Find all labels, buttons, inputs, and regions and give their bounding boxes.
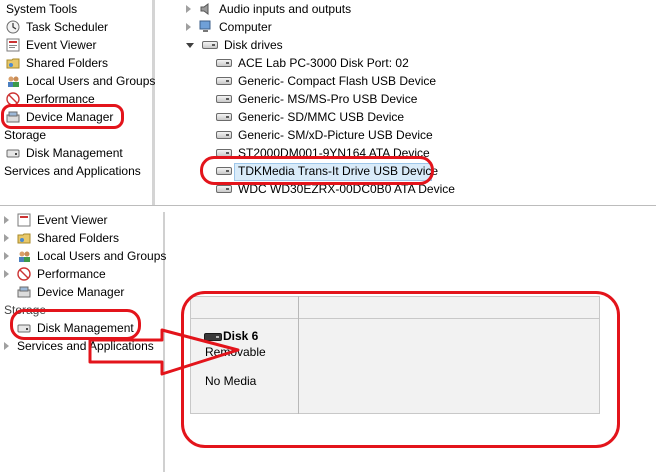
disk-drive-icon	[216, 131, 232, 139]
event-viewer-icon	[6, 38, 20, 52]
expand-arrow-icon[interactable]	[4, 270, 9, 278]
tree-item-local-users[interactable]: Local Users and Groups	[4, 247, 166, 265]
expand-arrow-icon[interactable]	[186, 23, 191, 31]
disk-drive-icon	[216, 113, 232, 121]
tree-item-label: System Tools	[6, 2, 78, 16]
tree-item-disk-drives[interactable]: Disk drives	[186, 36, 283, 54]
disk-drive-icon	[216, 185, 232, 193]
tree-item-label: Event Viewer	[26, 38, 97, 52]
tree-item-label: Computer	[219, 20, 272, 34]
tree-item-audio-inputs[interactable]: Audio inputs and outputs	[186, 0, 351, 18]
tree-item-label: Local Users and Groups	[26, 74, 156, 88]
disk-management-icon	[6, 146, 20, 160]
tree-item-label: Shared Folders	[26, 56, 109, 70]
tree-item-device-manager[interactable]: Device Manager	[17, 283, 124, 301]
disk-drive-item[interactable]: Generic- SD/MMC USB Device	[216, 108, 404, 126]
tree-item-shared-folders[interactable]: Shared Folders	[4, 229, 119, 247]
disk-drive-label: Generic- SM/xD-Picture USB Device	[238, 128, 433, 142]
tree-item-computer[interactable]: Computer	[186, 18, 272, 36]
disk-drive-icon	[216, 59, 232, 67]
disk-drive-icon	[216, 95, 232, 103]
disk-drive-label: ACE Lab PC-3000 Disk Port: 02	[238, 56, 409, 70]
tree-item-performance[interactable]: Performance	[4, 265, 106, 283]
tree-item-local-users[interactable]: Local Users and Groups	[6, 72, 155, 90]
tree-item-shared-folders[interactable]: Shared Folders	[6, 54, 108, 72]
tree-item-label: Local Users and Groups	[37, 249, 167, 263]
disk-drive-label: Generic- Compact Flash USB Device	[238, 74, 437, 88]
tree-item-task-scheduler[interactable]: Task Scheduler	[6, 18, 108, 36]
tree-item-label: Performance	[37, 267, 106, 281]
tree-item-label: Device Manager	[37, 285, 125, 299]
expand-arrow-icon[interactable]	[4, 216, 9, 224]
performance-icon	[17, 267, 31, 281]
disk-drive-icon	[202, 41, 218, 49]
disk-drive-item[interactable]: Generic- SM/xD-Picture USB Device	[216, 126, 433, 144]
tree-item-label: Disk drives	[224, 38, 283, 52]
tree-item-system-tools[interactable]: System Tools	[6, 0, 77, 18]
device-manager-icon	[17, 285, 31, 299]
tree-item-label: Audio inputs and outputs	[219, 2, 352, 16]
tree-item-label: Shared Folders	[37, 231, 120, 245]
tree-item-event-viewer[interactable]: Event Viewer	[4, 211, 107, 229]
tree-item-disk-management[interactable]: Disk Management	[6, 144, 123, 162]
users-icon	[6, 74, 20, 88]
computer-icon	[199, 20, 213, 34]
tree-item-services-applications[interactable]: Services and Applications	[4, 162, 141, 180]
annotation-box-disk-panel	[181, 291, 620, 448]
event-viewer-icon	[17, 213, 31, 227]
shared-folder-icon	[6, 56, 20, 70]
expand-arrow-icon[interactable]	[4, 252, 9, 260]
tree-item-label: Disk Management	[26, 146, 123, 160]
disk-drive-item[interactable]: ACE Lab PC-3000 Disk Port: 02	[216, 54, 409, 72]
collapse-arrow-icon[interactable]	[186, 42, 194, 48]
disk-drive-item[interactable]: Generic- Compact Flash USB Device	[216, 72, 436, 90]
expand-arrow-icon[interactable]	[4, 234, 9, 242]
users-icon	[17, 249, 31, 263]
tree-item-label: Services and Applications	[4, 164, 141, 178]
annotation-oval-device-manager	[1, 104, 124, 129]
annotation-arrow-icon	[88, 328, 240, 376]
disk-drive-label: Generic- SD/MMC USB Device	[238, 110, 405, 124]
disk-drive-label: Generic- MS/MS-Pro USB Device	[238, 92, 418, 106]
tree-item-label: Task Scheduler	[26, 20, 109, 34]
annotation-oval-tdk-device	[200, 156, 434, 185]
disk-drive-icon	[216, 77, 232, 85]
tree-item-event-viewer[interactable]: Event Viewer	[6, 36, 96, 54]
disk-drive-item[interactable]: Generic- MS/MS-Pro USB Device	[216, 90, 417, 108]
top-left-panel-divider	[152, 0, 155, 205]
expand-arrow-icon[interactable]	[186, 5, 191, 13]
audio-icon	[199, 2, 213, 16]
shared-folder-icon	[17, 231, 31, 245]
tree-item-label: Event Viewer	[37, 213, 108, 227]
clock-icon	[6, 20, 20, 34]
expand-arrow-icon[interactable]	[4, 342, 9, 350]
tree-item-label: Storage	[4, 128, 47, 142]
